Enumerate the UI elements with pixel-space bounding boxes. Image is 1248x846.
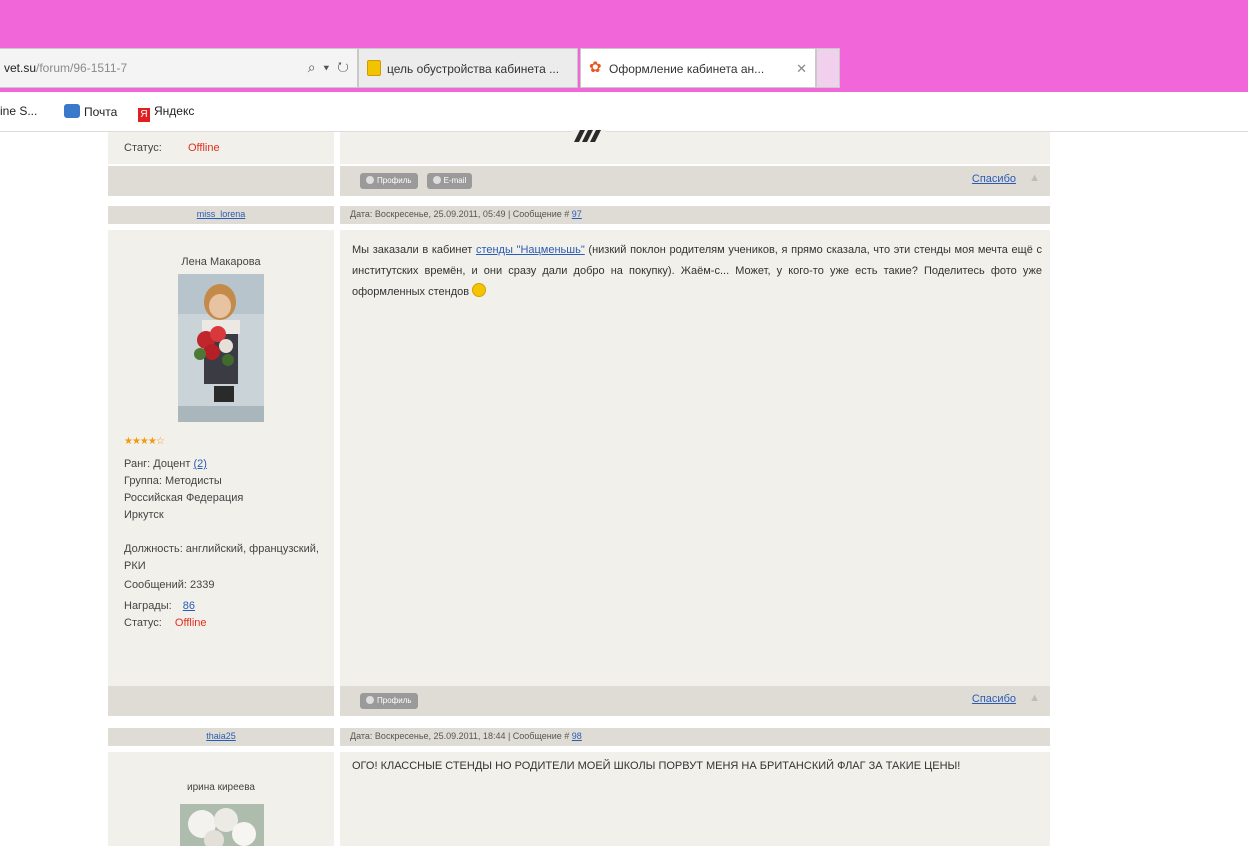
stands-link[interactable]: стенды "Нацменьшь" <box>476 244 585 256</box>
prev-post-footer-left <box>108 166 334 196</box>
flower-favicon-icon: ✿ <box>589 59 602 76</box>
favorite-link[interactable]: ine S... <box>0 104 37 118</box>
thanks-link[interactable]: Спасибо <box>972 693 1016 705</box>
post-header-bar: Дата: Воскресенье, 25.09.2011, 18:44 | С… <box>340 728 1050 746</box>
profile-button[interactable]: Профиль <box>360 693 418 709</box>
user-display-name: Лена Макарова <box>181 256 261 268</box>
tab-label: цель обустройства кабинета ... <box>387 62 560 76</box>
prev-post-footer: Профиль E-mail Спасибо ▲ <box>340 166 1050 196</box>
user-avatar[interactable] <box>178 274 264 422</box>
favorite-link-yandex[interactable]: Я Яндекс <box>138 104 194 122</box>
tab-strip: vet.su/forum/96-1511-7 ⌕ ▾ ↻ цель обустр… <box>0 40 1248 92</box>
prev-post-body <box>340 130 1050 164</box>
search-refresh-icons[interactable]: ⌕ ▾ ↻ <box>308 59 351 76</box>
striped-image <box>572 130 606 142</box>
yandex-icon: Я <box>138 108 150 122</box>
post-date: Дата: Воскресенье, 25.09.2011, 18:44 | С… <box>350 731 582 741</box>
address-bar[interactable]: vet.su/forum/96-1511-7 ⌕ ▾ ↻ <box>0 48 358 88</box>
post-footer-left <box>108 686 334 716</box>
tab-inactive[interactable]: цель обустройства кабинета ... <box>358 48 578 88</box>
post-nick-bar: miss_lorena <box>108 206 334 224</box>
user-avatar[interactable] <box>180 804 264 846</box>
smile-icon <box>472 283 487 297</box>
prev-post-profile: Статус: Offline <box>108 132 334 164</box>
status-offline: Offline <box>188 142 220 154</box>
message-number-link[interactable]: 98 <box>572 731 582 741</box>
post-header-bar: Дата: Воскресенье, 25.09.2011, 05:49 | С… <box>340 206 1050 224</box>
post-message: Мы заказали в кабинет стенды "Нацменьшь"… <box>352 244 1042 298</box>
post-footer: Профиль Спасибо ▲ <box>340 686 1050 716</box>
scroll-up-icon[interactable]: ▲ <box>1029 172 1040 184</box>
rank-link[interactable]: (2) <box>193 458 206 470</box>
yandex-favicon-icon <box>367 60 381 76</box>
address-url[interactable]: vet.su/forum/96-1511-7 <box>4 61 127 75</box>
post-message: ОГО! КЛАССНЫЕ СТЕНДЫ НО РОДИТЕЛИ МОЕЙ ШК… <box>352 760 961 772</box>
favorite-link-mail[interactable]: Почта <box>64 104 117 119</box>
email-button[interactable]: E-mail <box>426 173 473 189</box>
username-link[interactable]: thaia25 <box>108 731 334 741</box>
user-profile-panel: ирина киреева <box>108 752 334 846</box>
post-nick-bar: thaia25 <box>108 728 334 746</box>
rating-stars: ★★★★☆ <box>124 436 165 447</box>
username-link[interactable]: miss_lorena <box>108 209 334 219</box>
tab-label: Оформление кабинета ан... <box>609 62 765 76</box>
window-title-bar <box>0 0 1248 40</box>
post-date: Дата: Воскресенье, 25.09.2011, 05:49 | С… <box>350 209 582 219</box>
scroll-up-icon[interactable]: ▲ <box>1029 692 1040 704</box>
status-offline: Offline <box>174 617 207 629</box>
favorites-bar: ine S... Почта Я Яндекс <box>0 92 1248 132</box>
close-icon[interactable]: ✕ <box>796 61 807 77</box>
user-display-name: ирина киреева <box>186 782 255 793</box>
message-number-link[interactable]: 97 <box>572 209 582 219</box>
new-tab-button[interactable] <box>816 48 840 88</box>
thanks-link[interactable]: Спасибо <box>972 173 1016 185</box>
post-body: ОГО! КЛАССНЫЕ СТЕНДЫ НО РОДИТЕЛИ МОЕЙ ШК… <box>340 752 1050 846</box>
tab-active[interactable]: ✿ Оформление кабинета ан... ✕ <box>580 48 816 88</box>
profile-button[interactable]: Профиль <box>360 173 418 189</box>
mail-icon <box>64 104 80 118</box>
awards-link[interactable]: 86 <box>183 600 195 612</box>
user-profile-panel: Лена Макарова ★★★★☆ Ранг: Доцент (2) Гру… <box>108 230 334 686</box>
post-body: Мы заказали в кабинет стенды "Нацменьшь"… <box>340 230 1050 686</box>
forum-thread: Статус: Offline Профиль E-mail Спасибо ▲… <box>108 130 1050 846</box>
user-details: Ранг: Доцент (2) Группа: Методисты Росси… <box>124 458 319 629</box>
